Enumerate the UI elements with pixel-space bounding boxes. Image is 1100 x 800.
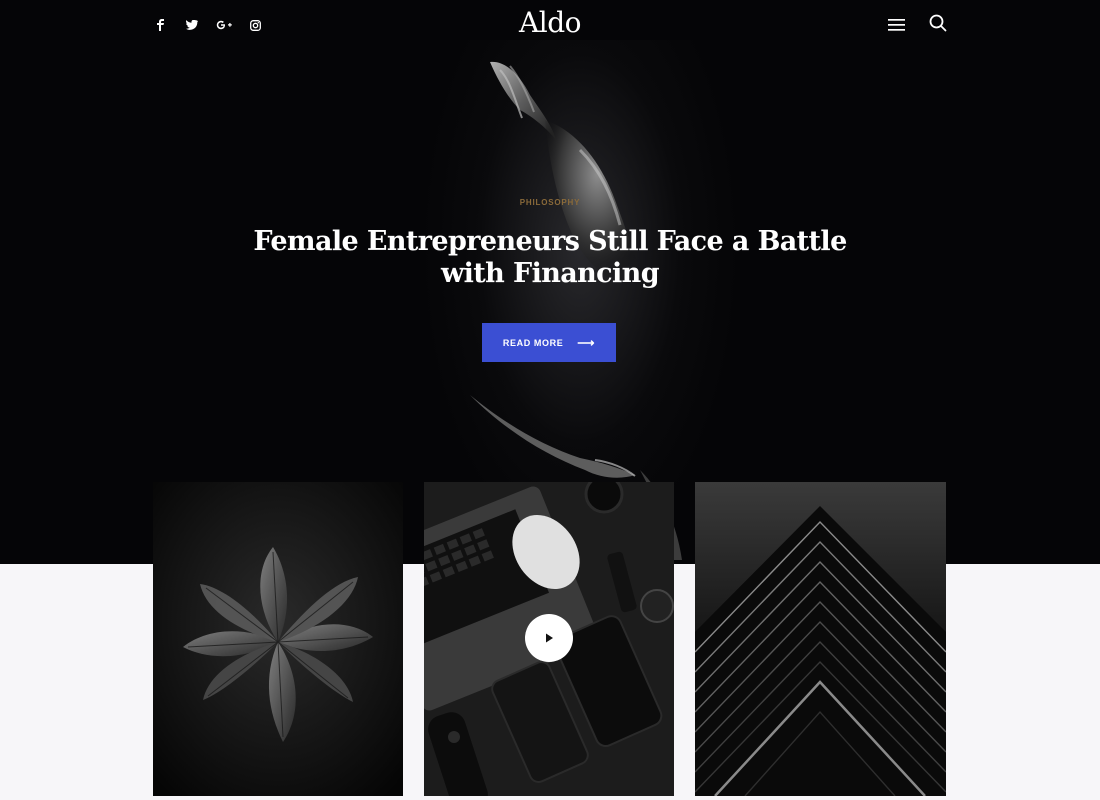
play-icon <box>546 633 553 643</box>
read-more-button[interactable]: READ MORE ⟶ <box>482 323 616 362</box>
read-more-label: READ MORE <box>502 337 564 348</box>
google-plus-icon[interactable] <box>215 17 233 33</box>
hero-post-title[interactable]: Female Entrepreneurs Still Face a Battle… <box>220 226 880 290</box>
play-video-button[interactable] <box>525 614 573 662</box>
plant-image <box>153 482 403 796</box>
post-card-architecture[interactable] <box>695 482 946 796</box>
instagram-icon[interactable] <box>247 17 263 33</box>
search-icon[interactable] <box>928 13 948 33</box>
hero-section: Aldo PHILOSOPHY Female Entrepreneurs Sti… <box>0 0 1100 564</box>
post-card-plant[interactable] <box>153 482 403 796</box>
site-logo[interactable]: Aldo <box>500 6 600 39</box>
top-navigation-bar: Aldo <box>0 0 1100 50</box>
arrow-right-icon: ⟶ <box>577 335 596 350</box>
post-category[interactable]: PHILOSOPHY <box>450 198 650 207</box>
architecture-image <box>695 482 946 796</box>
post-card-video[interactable] <box>424 482 674 796</box>
twitter-icon[interactable] <box>184 17 200 33</box>
hamburger-menu-icon[interactable] <box>886 16 908 34</box>
facebook-icon[interactable] <box>153 17 169 33</box>
